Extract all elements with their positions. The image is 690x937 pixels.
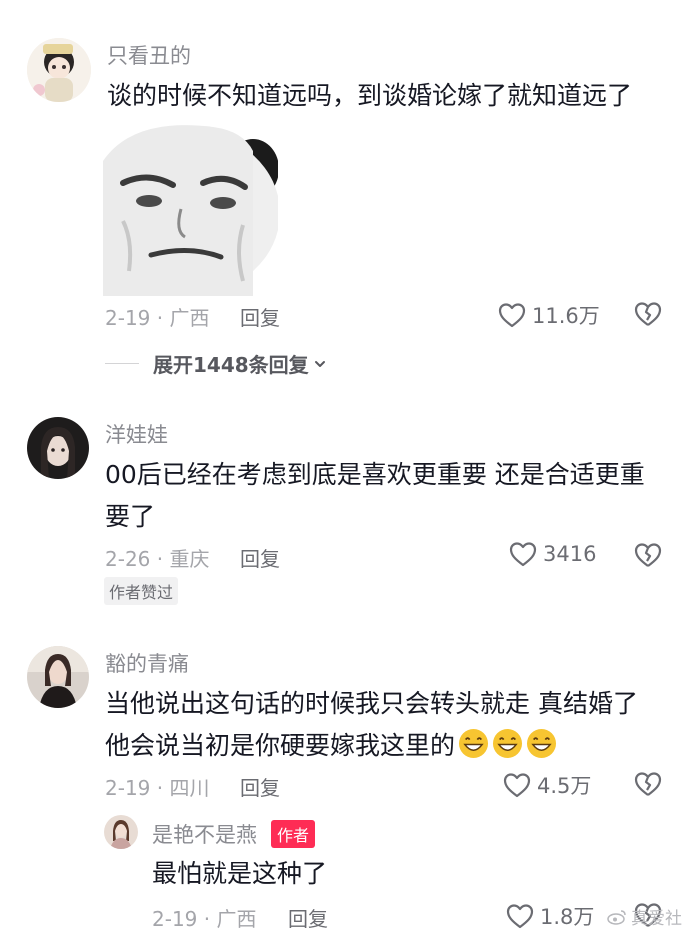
like-button[interactable]: 4.5万 <box>503 770 591 800</box>
dislike-button[interactable] <box>634 542 662 572</box>
broken-heart-icon <box>634 302 662 326</box>
comment-text-line: 他会说当初是你硬要嫁我这里的 <box>105 731 456 760</box>
broken-heart-icon <box>634 543 662 567</box>
avatar[interactable] <box>27 646 89 708</box>
reply-text: 最怕就是这种了 <box>152 859 328 888</box>
comment-username[interactable]: 只看丑的 <box>107 40 191 70</box>
like-count: 4.5万 <box>537 774 592 798</box>
heart-icon <box>509 542 537 567</box>
comment-username[interactable]: 洋娃娃 <box>105 419 168 449</box>
like-count: 11.6万 <box>532 304 600 328</box>
weibo-logo-icon <box>607 909 626 925</box>
comment-text-line: 要了 <box>105 502 156 531</box>
comment-text: 谈的时候不知道远吗，到谈婚论嫁了就知道远了 <box>107 81 633 110</box>
chevron-down-icon <box>314 360 325 367</box>
like-button[interactable]: 1.8万 <box>506 901 594 931</box>
watermark-text: 真爱社 <box>631 909 682 929</box>
comment-date-location: 2-19 · 广西 <box>105 306 210 330</box>
dislike-button[interactable] <box>634 301 662 331</box>
comment-date-location: 2-26 · 重庆 <box>105 547 210 571</box>
comment-date-location: 2-19 · 四川 <box>105 776 210 800</box>
reply-button[interactable]: 回复 <box>288 903 328 932</box>
grin-emoji <box>492 728 523 759</box>
reply-username[interactable]: 是艳不是燕 <box>152 819 257 849</box>
like-count: 3416 <box>543 542 597 566</box>
expand-replies-button[interactable]: 展开1448条回复 <box>105 349 326 378</box>
comment-text: 当他说出这句话的时候我只会转头就走 真结婚了 他会说当初是你硬要嫁我这里的 <box>105 683 675 767</box>
divider <box>105 363 139 364</box>
avatar[interactable] <box>27 417 89 479</box>
avatar[interactable] <box>104 815 138 849</box>
author-liked-badge: 作者赞过 <box>104 577 179 605</box>
heart-icon <box>503 773 531 798</box>
panda-meme-sticker[interactable] <box>96 121 280 296</box>
author-badge: 作者 <box>271 820 316 848</box>
grin-emoji <box>526 728 557 759</box>
reply-date-location: 2-19 · 广西 <box>152 907 257 931</box>
like-count: 1.8万 <box>540 905 595 929</box>
avatar[interactable] <box>27 38 91 102</box>
comment-text-line-2: 他会说当初是你硬要嫁我这里的 <box>105 725 675 767</box>
heart-icon <box>506 904 534 929</box>
broken-heart-icon <box>634 772 662 796</box>
reply-button[interactable]: 回复 <box>240 543 280 572</box>
watermark: 真爱社 <box>607 904 682 929</box>
like-button[interactable]: 3416 <box>509 541 596 567</box>
comment-text-line: 00后已经在考虑到底是喜欢更重要 还是合适更重 <box>105 460 645 489</box>
comment-text: 00后已经在考虑到底是喜欢更重要 还是合适更重 要了 <box>105 454 665 538</box>
comment-username[interactable]: 豁的青痛 <box>105 648 189 678</box>
expand-replies-label: 展开1448条回复 <box>153 353 309 377</box>
reply-button[interactable]: 回复 <box>240 772 280 801</box>
comment-text-line: 当他说出这句话的时候我只会转头就走 真结婚了 <box>105 689 638 718</box>
dislike-button[interactable] <box>634 771 662 801</box>
reply-button[interactable]: 回复 <box>240 302 280 331</box>
heart-icon <box>498 303 526 328</box>
like-button[interactable]: 11.6万 <box>498 300 600 330</box>
grin-emoji <box>458 728 489 759</box>
